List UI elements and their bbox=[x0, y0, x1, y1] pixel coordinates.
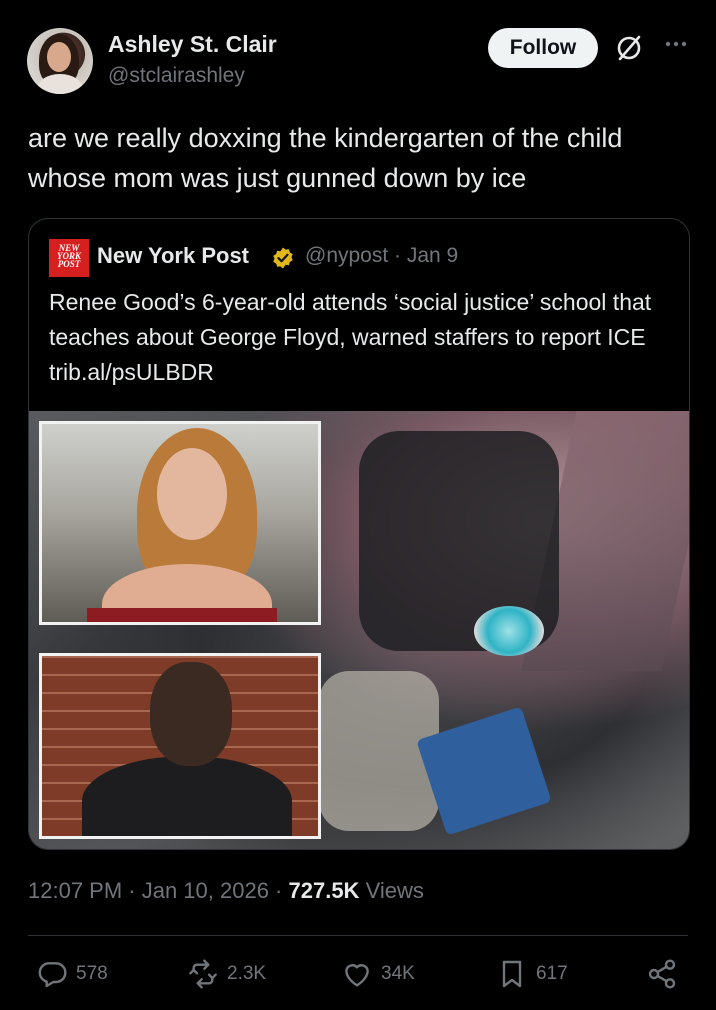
repost-button[interactable]: 2.3K bbox=[187, 958, 266, 990]
more-icon[interactable] bbox=[664, 38, 688, 50]
inset-photo-man bbox=[39, 653, 321, 839]
reply-button[interactable]: 578 bbox=[36, 958, 108, 990]
nypost-logo: NEW YORK POST bbox=[49, 239, 89, 277]
reply-count: 578 bbox=[76, 963, 108, 984]
bookmark-count: 617 bbox=[536, 963, 568, 984]
author-handle[interactable]: @stclairashley bbox=[108, 64, 245, 88]
tweet-timestamp: 12:07 PM · Jan 10, 2026 · 727.5K Views bbox=[28, 878, 424, 904]
share-button[interactable] bbox=[646, 958, 678, 990]
bookmark-button[interactable]: 617 bbox=[496, 958, 568, 990]
reply-icon bbox=[38, 962, 67, 988]
grok-icon[interactable] bbox=[614, 33, 644, 63]
avatar[interactable] bbox=[27, 28, 93, 94]
time-date[interactable]: 12:07 PM · Jan 10, 2026 · bbox=[28, 878, 289, 903]
tweet-text: are we really doxxing the kindergarten o… bbox=[28, 123, 623, 193]
follow-button[interactable]: Follow bbox=[488, 28, 598, 68]
quoted-tweet-text: Renee Good’s 6-year-old attends ‘social … bbox=[49, 289, 652, 385]
bookmark-icon bbox=[502, 960, 522, 988]
views-label: Views bbox=[359, 878, 424, 903]
quoted-author-name[interactable]: New York Post bbox=[97, 243, 249, 269]
quoted-handle-date[interactable]: @nypost · Jan 9 bbox=[305, 244, 458, 268]
repost-icon bbox=[189, 959, 217, 989]
verified-badge-icon bbox=[273, 247, 293, 269]
views-count: 727.5K bbox=[288, 878, 360, 903]
like-count: 34K bbox=[381, 963, 415, 984]
inset-photo-woman bbox=[39, 421, 321, 625]
heart-icon bbox=[345, 964, 369, 987]
repost-count: 2.3K bbox=[227, 963, 267, 984]
divider bbox=[28, 935, 688, 936]
like-button[interactable]: 34K bbox=[341, 958, 415, 990]
share-icon bbox=[648, 959, 676, 989]
quoted-tweet-card[interactable]: NEW YORK POST New York Post @nypost · Ja… bbox=[28, 218, 690, 850]
quoted-media-image[interactable] bbox=[29, 411, 689, 849]
author-name[interactable]: Ashley St. Clair bbox=[108, 31, 277, 58]
